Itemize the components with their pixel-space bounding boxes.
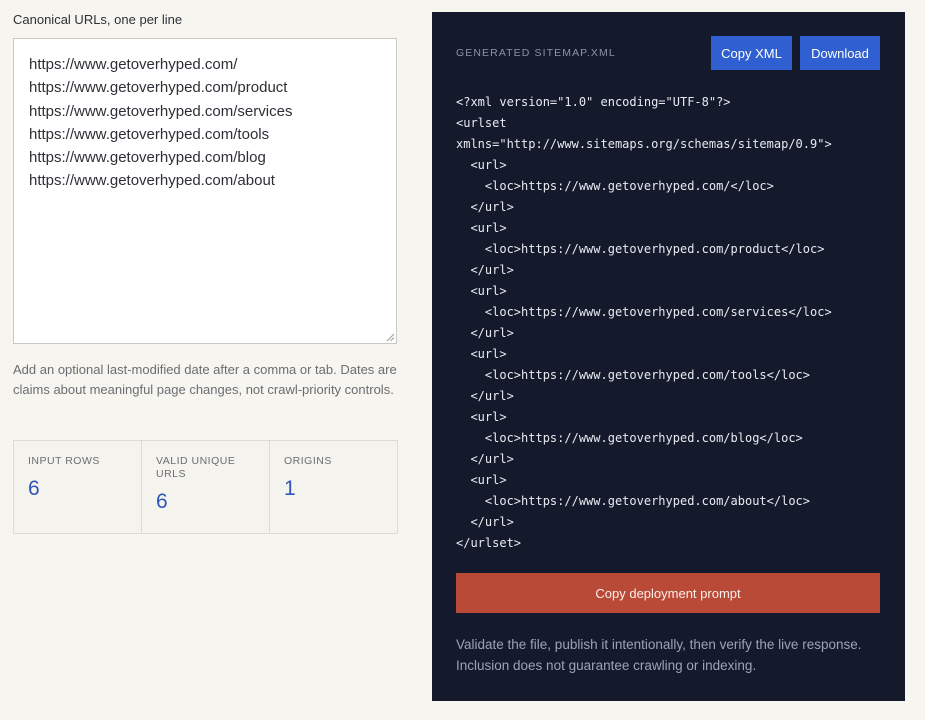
code-line: <url> [456, 158, 507, 172]
output-title: GENERATED SITEMAP.XML [456, 47, 616, 59]
url-line: https://www.getoverhyped.com/product [29, 79, 288, 97]
code-line: <url> [456, 410, 507, 424]
code-line: <loc>https://www.getoverhyped.com/about<… [456, 494, 811, 508]
code-line: </url> [456, 389, 514, 403]
code-line: <url> [456, 347, 507, 361]
stat-input-rows: INPUT ROWS 6 [14, 441, 142, 533]
stat-label: INPUT ROWS [28, 455, 100, 467]
download-button[interactable]: Download [800, 36, 880, 70]
input-hint: Add an optional last-modified date after… [13, 362, 397, 397]
stats-panel: INPUT ROWS 6 VALID UNIQUE URLS 6 ORIGINS… [13, 440, 398, 534]
stat-valid-unique-urls: VALID UNIQUE URLS 6 [142, 441, 270, 533]
code-line: <loc>https://www.getoverhyped.com/produc… [456, 242, 825, 256]
copy-deployment-prompt-button[interactable]: Copy deployment prompt [456, 573, 880, 613]
copy-xml-button[interactable]: Copy XML [711, 36, 792, 70]
code-line: <url> [456, 473, 507, 487]
code-line: </url> [456, 515, 514, 529]
code-line: </url> [456, 263, 514, 277]
code-line: <url> [456, 284, 507, 298]
url-line: https://www.getoverhyped.com/ [29, 56, 238, 73]
code-line: </url> [456, 452, 514, 466]
code-line: <?xml version="1.0" encoding="UTF-8"?> [456, 95, 731, 109]
stat-label: ORIGINS [284, 455, 332, 467]
stat-origins: ORIGINS 1 [270, 441, 397, 533]
code-line: </url> [456, 326, 514, 340]
urls-field-label: Canonical URLs, one per line [13, 12, 183, 27]
code-line: </url> [456, 200, 514, 214]
url-line: https://www.getoverhyped.com/blog [29, 149, 266, 167]
output-note: Validate the file, publish it intentiona… [456, 637, 862, 673]
urls-textarea[interactable]: https://www.getoverhyped.com/ https://ww… [13, 38, 397, 344]
code-line: <loc>https://www.getoverhyped.com/tools<… [456, 368, 811, 382]
resize-handle-icon[interactable] [386, 333, 395, 342]
url-line: https://www.getoverhyped.com/services [29, 102, 293, 120]
code-line: <loc>https://www.getoverhyped.com/servic… [456, 305, 832, 319]
sitemap-output-panel: GENERATED SITEMAP.XML Copy XML Download … [432, 12, 905, 701]
code-line: <urlset [456, 116, 507, 130]
sitemap-xml-code: <?xml version="1.0" encoding="UTF-8"?> <… [456, 92, 896, 554]
code-line: <url> [456, 221, 507, 235]
code-line: <loc>https://www.getoverhyped.com/</loc> [456, 179, 774, 193]
stat-label: VALID UNIQUE URLS [156, 455, 236, 480]
url-line: https://www.getoverhyped.com/tools [29, 125, 270, 143]
stat-value: 6 [28, 477, 40, 500]
code-line: xmlns="http://www.sitemaps.org/schemas/s… [456, 137, 832, 151]
stat-value: 6 [156, 490, 168, 513]
stat-value: 1 [284, 477, 296, 500]
url-line: https://www.getoverhyped.com/about [29, 172, 275, 190]
code-line: <loc>https://www.getoverhyped.com/blog</… [456, 431, 803, 445]
code-line: </urlset> [456, 536, 522, 550]
